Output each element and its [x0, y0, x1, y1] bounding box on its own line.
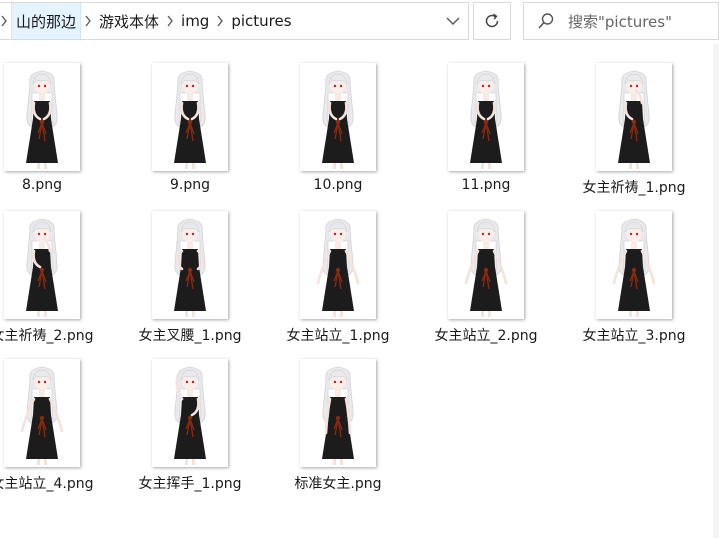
- file-name: 女主站立_2.png: [434, 328, 538, 344]
- scrollbar[interactable]: [713, 44, 719, 538]
- file-name: 10.png: [313, 177, 363, 193]
- image-thumbnail: [300, 211, 376, 319]
- file-item[interactable]: 标准女主.png: [264, 340, 412, 492]
- file-name: 女主站立_3.png: [582, 328, 686, 344]
- file-item[interactable]: 女主叉腰_1.png: [116, 192, 264, 344]
- search-input[interactable]: 搜索"pictures": [568, 11, 672, 32]
- image-thumbnail: [596, 211, 672, 319]
- file-item[interactable]: 女主站立_3.png: [560, 192, 708, 344]
- file-name: 标准女主.png: [294, 476, 382, 492]
- file-item[interactable]: 女主站立_2.png: [412, 192, 560, 344]
- breadcrumb-item[interactable]: pictures: [227, 3, 295, 39]
- file-item[interactable]: 9.png: [116, 44, 264, 193]
- image-thumbnail: [152, 63, 228, 171]
- image-thumbnail: [152, 211, 228, 319]
- refresh-icon: [485, 13, 499, 28]
- refresh-button[interactable]: [473, 2, 511, 40]
- image-thumbnail: [152, 359, 228, 467]
- file-item[interactable]: 女主站立_4.png: [0, 340, 116, 492]
- file-item[interactable]: 10.png: [264, 44, 412, 193]
- breadcrumb-item[interactable]: 山的那边: [11, 3, 82, 39]
- address-bar[interactable]: 山的那边 游戏本体 img pictures: [0, 2, 469, 40]
- image-thumbnail: [596, 63, 672, 171]
- file-item[interactable]: 女主挥手_1.png: [116, 340, 264, 492]
- chevron-right-icon[interactable]: [163, 3, 177, 39]
- image-thumbnail: [300, 359, 376, 467]
- file-item[interactable]: 女主祈祷_1.png: [560, 44, 708, 196]
- breadcrumb-item[interactable]: 游戏本体: [95, 3, 163, 39]
- file-item[interactable]: 8.png: [0, 44, 116, 193]
- file-name: 11.png: [461, 177, 511, 193]
- file-name: 女主挥手_1.png: [138, 476, 242, 492]
- search-box[interactable]: 搜索"pictures": [523, 2, 719, 40]
- breadcrumb-item[interactable]: img: [177, 3, 213, 39]
- file-item[interactable]: 女主站立_1.png: [264, 192, 412, 344]
- chevron-down-icon[interactable]: [446, 3, 460, 39]
- chevron-right-icon[interactable]: [213, 3, 227, 39]
- file-item[interactable]: 11.png: [412, 44, 560, 193]
- image-thumbnail: [300, 63, 376, 171]
- explorer-toolbar: 山的那边 游戏本体 img pictures 搜索"pictures": [0, 0, 719, 44]
- search-icon: [524, 12, 568, 30]
- image-thumbnail: [448, 211, 524, 319]
- image-thumbnail: [4, 211, 80, 319]
- image-thumbnail: [4, 359, 80, 467]
- file-name: 9.png: [169, 177, 210, 193]
- chevron-right-icon[interactable]: [0, 3, 11, 39]
- chevron-right-icon[interactable]: [81, 3, 95, 39]
- image-thumbnail: [448, 63, 524, 171]
- image-thumbnail: [4, 63, 80, 171]
- file-item[interactable]: 女主祈祷_2.png: [0, 192, 116, 344]
